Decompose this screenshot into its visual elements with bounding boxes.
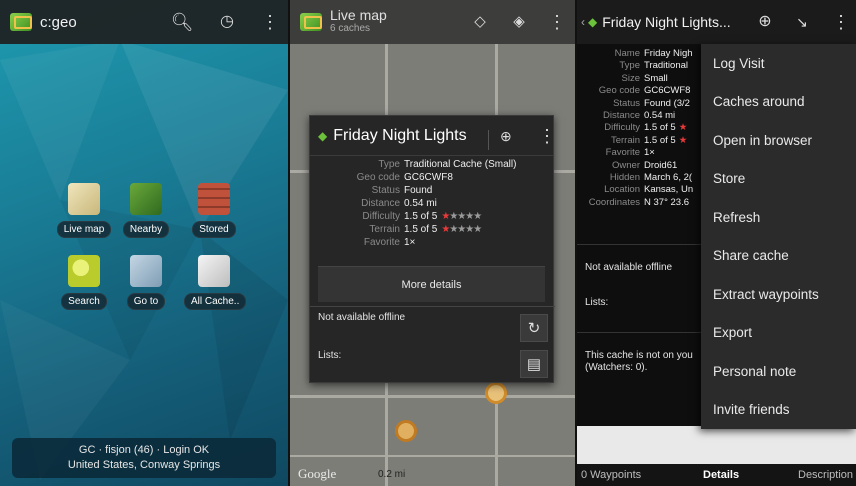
menu-item-store[interactable]: Store (701, 160, 856, 199)
menu-item-log-visit[interactable]: Log Visit (701, 44, 856, 83)
menu-item-extract-waypoints[interactable]: Extract waypoints (701, 275, 856, 314)
history-icon[interactable]: ◷ (215, 10, 239, 34)
detail-row: Geo code GC6CWF8 (356, 172, 453, 183)
difficulty-stars: ★★★★★ (441, 211, 482, 222)
google-logo: Google (298, 466, 337, 481)
layers-icon[interactable]: ◈ (507, 10, 531, 34)
target-icon[interactable]: ◇ (468, 10, 492, 34)
search-tile-icon (68, 255, 100, 287)
cache-popup: ◆ Friday Night Lights ⊕ ⋮ Type Traditiona… (309, 115, 556, 383)
menu-item-refresh[interactable]: Refresh (701, 198, 856, 237)
refresh-icon[interactable]: ↻ (520, 314, 548, 342)
tile-label: Nearby (122, 221, 170, 238)
menu-item-personal-note[interactable]: Personal note (701, 352, 856, 391)
cache-marker[interactable] (395, 420, 417, 442)
tile-label: Go to (126, 293, 166, 310)
all-caches-icon (198, 255, 230, 287)
overflow-menu-icon[interactable]: ⋮ (538, 126, 556, 147)
offline-status: Not available offline (318, 312, 406, 323)
background-pattern (0, 40, 288, 480)
go-to-icon (130, 255, 162, 287)
tab-details[interactable]: Details (703, 469, 739, 481)
compass-icon[interactable]: ⊕ (753, 10, 777, 34)
tab-description[interactable]: Description (798, 469, 853, 481)
detail-row: Type Traditional Cache (Small) (378, 159, 517, 170)
divider (310, 306, 555, 307)
back-icon[interactable]: ‹ (581, 15, 585, 29)
stored-icon (198, 183, 230, 215)
menu-item-export[interactable]: Export (701, 314, 856, 353)
overflow-menu-icon[interactable]: ⋮ (829, 10, 853, 34)
cache-type-icon: ◆ (318, 128, 328, 143)
tile-label: Live map (56, 221, 112, 238)
map-preview[interactable] (577, 426, 856, 464)
tile-live-map[interactable]: Live map (54, 183, 114, 238)
difficulty-stars: ★ (678, 122, 687, 134)
overflow-menu: Log Visit Caches around Open in browser … (701, 44, 856, 429)
more-details-button[interactable]: More details (318, 266, 545, 302)
tile-stored[interactable]: Stored (184, 183, 244, 238)
save-icon[interactable]: ▤ (520, 350, 548, 378)
popup-title: Friday Night Lights (333, 126, 467, 144)
action-bar: c:geo 🔍︎ ◷ ⋮ (0, 0, 288, 44)
login-status-box[interactable]: GC · fisjon (46) · Login OK United State… (12, 438, 276, 478)
tile-nearby[interactable]: Nearby (116, 183, 176, 238)
map-title: Live map (330, 7, 387, 23)
action-bar: Live map 6 caches ◇ ◈ ⋮ (290, 0, 575, 44)
navigate-icon[interactable]: ⊕ (500, 128, 512, 145)
live-map-screen: Live map 6 caches ◇ ◈ ⋮ Google 0.2 mi ◆ … (290, 0, 575, 486)
cache-type-icon: ◆ (588, 15, 598, 29)
overflow-menu-icon[interactable]: ⋮ (545, 10, 569, 34)
detail-row: Favorite 1× (363, 237, 416, 248)
map-scale: 0.2 mi (378, 469, 406, 480)
detail-row: Difficulty 1.5 of 5 ★★★★★ (362, 211, 482, 222)
watchlist-text: This cache is not on you (Watchers: 0). (585, 350, 693, 373)
menu-item-open-in-browser[interactable]: Open in browser (701, 121, 856, 160)
tile-label: Search (61, 293, 107, 310)
navigate-icon[interactable]: ↘ (790, 10, 814, 34)
map-road (290, 395, 575, 398)
detail-row: Distance 0.54 mi (361, 198, 437, 209)
cgeo-logo (300, 13, 322, 31)
detail-row: Status Found (371, 185, 433, 196)
action-bar: ‹ ◆ Friday Night Lights... ⊕ ↘ ⋮ (577, 0, 856, 44)
details-title: Friday Night Lights... (602, 14, 731, 30)
lists-label: Lists: (318, 350, 342, 361)
offline-status: Not available offline (585, 262, 673, 273)
overflow-menu-icon[interactable]: ⋮ (258, 10, 282, 34)
terrain-stars: ★★★★★ (441, 224, 482, 235)
tile-search[interactable]: Search (54, 255, 114, 310)
cache-marker[interactable] (485, 382, 507, 404)
tab-bar: 0 Waypoints Details Description (577, 464, 856, 486)
menu-item-invite-friends[interactable]: Invite friends (701, 391, 856, 430)
menu-item-caches-around[interactable]: Caches around (701, 83, 856, 122)
live-map-icon (68, 183, 100, 215)
map-cache-count: 6 caches (330, 23, 371, 34)
app-title: c:geo (40, 13, 77, 31)
tile-all-caches[interactable]: All Cache.. (184, 255, 247, 310)
popup-header: ◆ Friday Night Lights ⊕ ⋮ (310, 116, 556, 156)
popup-details: Type Traditional Cache (Small) Geo code GC… (310, 158, 555, 249)
terrain-stars: ★ (678, 134, 687, 146)
lists-label: Lists: (585, 297, 609, 308)
menu-item-share-cache[interactable]: Share cache (701, 237, 856, 276)
tile-label: All Cache.. (184, 293, 247, 310)
map-road (290, 455, 575, 457)
location-status: United States, Conway Springs (67, 459, 221, 471)
header-divider (488, 130, 489, 150)
tile-label: Stored (192, 221, 236, 238)
login-status: GC · fisjon (46) · Login OK (78, 444, 210, 456)
nearby-icon (130, 183, 162, 215)
tile-go-to[interactable]: Go to (116, 255, 176, 310)
search-icon[interactable]: 🔍︎ (170, 10, 194, 34)
tab-waypoints[interactable]: 0 Waypoints (581, 469, 641, 481)
dashboard-screen: c:geo 🔍︎ ◷ ⋮ Live map Nearby Stored Sear… (0, 0, 288, 486)
cache-details-screen: ‹ ◆ Friday Night Lights... ⊕ ↘ ⋮ Name Fri… (577, 0, 856, 486)
detail-row: Terrain 1.5 of 5 ★★★★★ (369, 224, 482, 235)
cgeo-logo (10, 13, 32, 31)
